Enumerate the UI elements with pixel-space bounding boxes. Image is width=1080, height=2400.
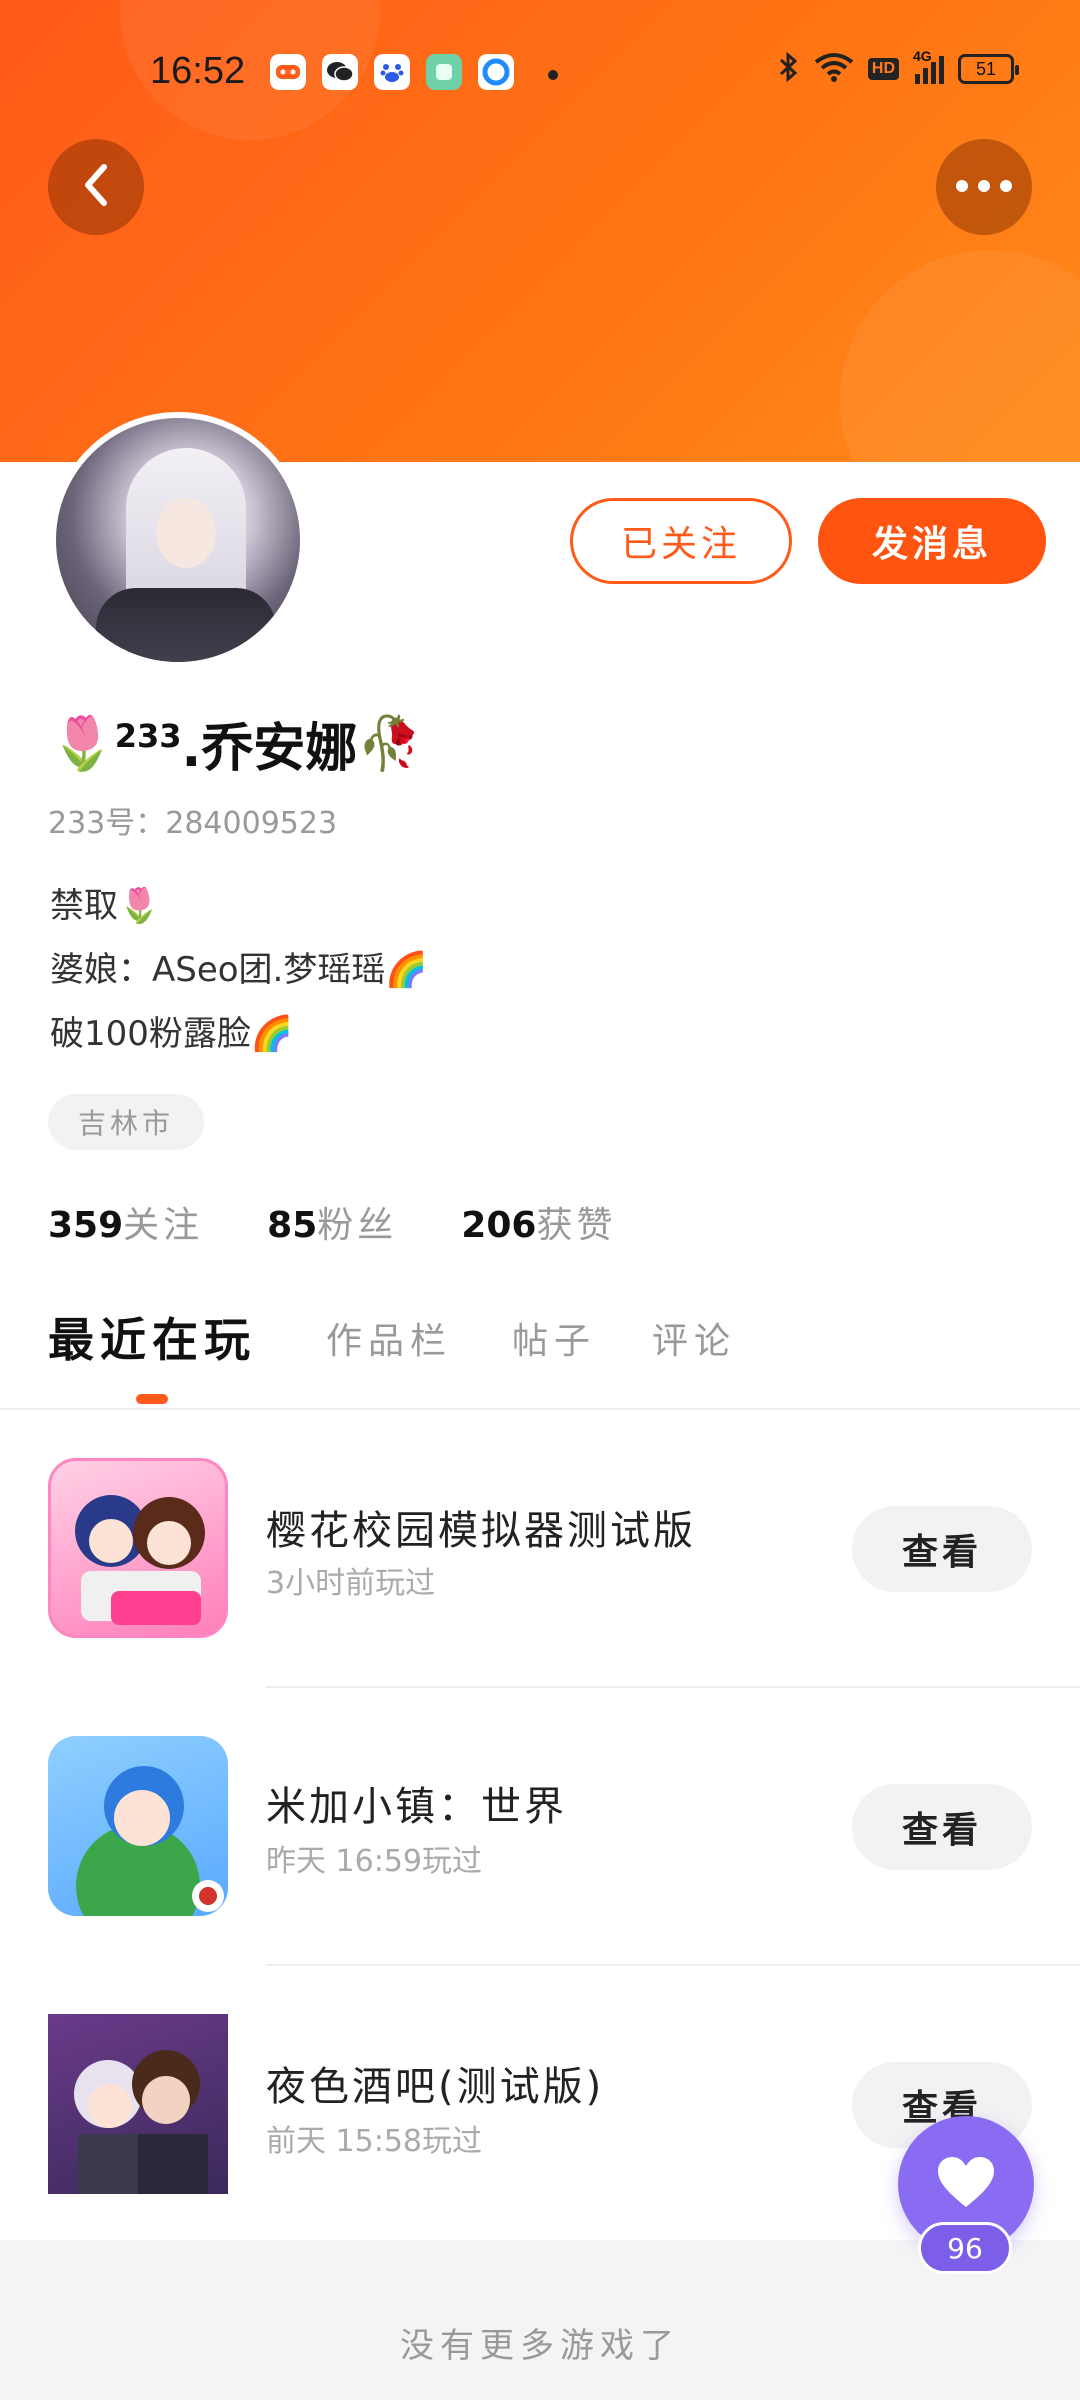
profile-tabs: 最近在玩 作品栏 帖子 评论 [0,1300,1080,1410]
stat-value: 206 [461,1205,537,1246]
status-right-icons: HD 4G 51 [778,48,1019,86]
no-more-games-text: 没有更多游戏了 [400,2326,680,2366]
header-decoration [840,250,1080,462]
tab-works[interactable]: 作品栏 [326,1312,452,1364]
game-name: 樱花校园模拟器测试版 [266,1508,696,1554]
hd-badge: HD [867,58,899,80]
tab-posts[interactable]: 帖子 [512,1312,596,1364]
game-icon [48,1458,228,1638]
profile-stats: 359关注 85粉丝 206获赞 [48,1196,616,1248]
tulip-emoji: 🌷 [50,714,115,774]
view-game-button[interactable]: 查看 [852,1784,1032,1870]
more-button[interactable] [936,139,1032,235]
network-type-label: 4G [913,48,932,64]
game-app-icon [270,54,306,90]
status-time: 16:52 [150,50,246,92]
like-count-badge: 96 [918,2222,1012,2274]
game-played-time: 3小时前玩过 [266,1566,436,1601]
stat-following[interactable]: 359关注 [48,1196,203,1248]
game-list-item[interactable]: 樱花校园模拟器测试版 3小时前玩过 查看 [0,1410,1080,1688]
game-name: 夜色酒吧(测试版) [266,2064,605,2110]
game-name: 米加小镇：世界 [266,1784,567,1830]
battery-indicator: 51 [958,54,1019,84]
bio-line: 婆娘：ASeo团.梦瑶瑶🌈 [50,950,428,990]
stat-label: 关注 [123,1205,204,1246]
game-played-time: 前天 15:58玩过 [266,2124,482,2159]
stat-likes[interactable]: 206获赞 [461,1196,616,1248]
more-notifications-dot [548,70,558,80]
tab-recently-played[interactable]: 最近在玩 [48,1304,256,1370]
more-horizontal-icon [954,178,1014,197]
location-tag: 吉林市 [48,1094,204,1150]
notification-icons [270,54,514,90]
followed-button[interactable]: 已关注 [570,498,792,584]
back-button[interactable] [48,139,144,235]
bluetooth-icon [778,51,800,86]
bio-line: 破100粉露脸🌈 [50,1014,294,1054]
browser-icon [478,54,514,90]
username-superscript: 233 [114,716,182,755]
stat-label: 获赞 [536,1205,617,1246]
bio-line: 禁取🌷 [50,886,161,926]
chevron-left-icon [78,161,114,213]
view-game-button[interactable]: 查看 [852,1506,1032,1592]
baidu-icon [374,54,410,90]
game-icon [48,1736,228,1916]
stat-followers[interactable]: 85粉丝 [267,1196,397,1248]
username-main: .乔安娜 [181,719,358,779]
avatar[interactable] [50,412,306,668]
wifi-icon [814,52,854,86]
signal-icon: 4G [913,48,944,84]
stat-label: 粉丝 [317,1205,398,1246]
tab-comments[interactable]: 评论 [652,1312,736,1364]
game-icon [48,2014,228,2194]
game-played-time: 昨天 16:59玩过 [266,1844,482,1879]
username: 🌷 233 .乔安娜 🥀 [50,706,422,781]
stat-value: 85 [267,1205,318,1246]
active-tab-indicator [136,1394,168,1404]
stat-value: 359 [48,1205,124,1246]
heart-icon [936,2155,996,2213]
status-bar: 16:52 HD 4G 51 [0,40,1080,104]
wechat-icon [322,54,358,90]
game-list-item[interactable]: 米加小镇：世界 昨天 16:59玩过 查看 [0,1688,1080,1966]
list-footer: 没有更多游戏了 [0,2240,1080,2400]
wilted-rose-emoji: 🥀 [357,714,423,774]
send-message-button[interactable]: 发消息 [818,498,1046,584]
app-icon-green [426,54,462,90]
user-id: 233号：284009523 [48,806,338,841]
